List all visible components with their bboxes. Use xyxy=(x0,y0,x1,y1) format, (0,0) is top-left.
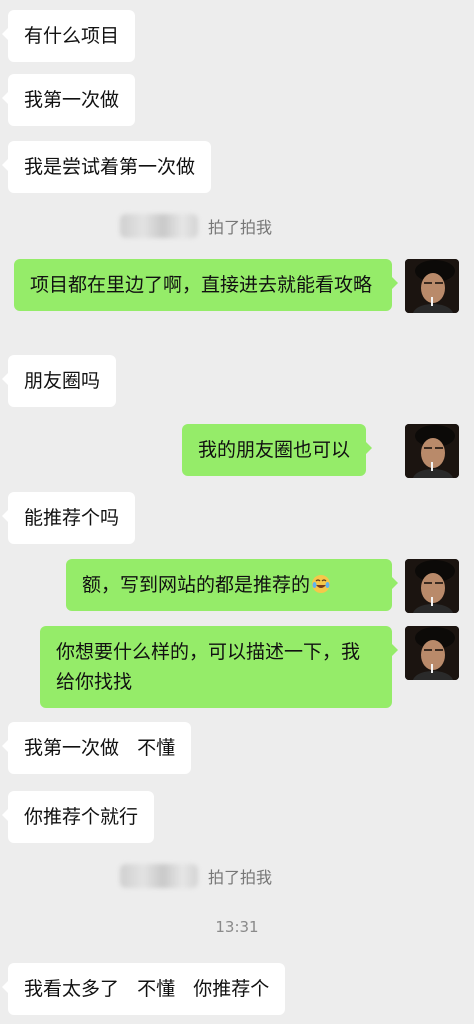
pat-notice: 拍了拍我 xyxy=(120,864,272,888)
outgoing-message[interactable]: 你想要什么样的，可以描述一下，我给你找找 xyxy=(40,626,398,708)
laugh-cry-emoji xyxy=(312,575,331,593)
avatar[interactable] xyxy=(405,559,459,613)
message-text: 额，写到网站的都是推荐的 xyxy=(82,574,311,596)
incoming-message[interactable]: 朋友圈吗 xyxy=(1,355,117,407)
incoming-message[interactable]: 你推荐个就行 xyxy=(1,791,155,843)
blurred-username xyxy=(120,214,198,238)
portrait-image xyxy=(405,626,459,680)
chat-view: 有什么项目 我第一次做 我是尝试着第一次做 拍了拍我 项目都在里边了啊，直接进去… xyxy=(0,0,474,1024)
incoming-message[interactable]: 能推荐个吗 xyxy=(1,492,136,544)
blurred-username xyxy=(120,864,198,888)
incoming-message[interactable]: 有什么项目 xyxy=(1,10,136,62)
timestamp: 13:31 xyxy=(215,918,259,936)
incoming-message[interactable]: 我是尝试着第一次做 xyxy=(1,141,212,193)
pat-text: 拍了拍我 xyxy=(208,868,273,887)
incoming-message[interactable]: 我看太多了 不懂 你推荐个 xyxy=(1,963,286,1015)
avatar[interactable] xyxy=(405,259,459,313)
incoming-message[interactable]: 我第一次做 不懂 xyxy=(1,722,192,774)
portrait-image xyxy=(405,259,459,313)
incoming-message[interactable]: 我第一次做 xyxy=(1,74,136,126)
avatar[interactable] xyxy=(405,424,459,478)
portrait-image xyxy=(405,424,459,478)
pat-notice: 拍了拍我 xyxy=(120,214,272,238)
outgoing-message[interactable]: 项目都在里边了啊，直接进去就能看攻略 xyxy=(14,259,398,311)
avatar[interactable] xyxy=(405,626,459,680)
pat-text: 拍了拍我 xyxy=(208,218,273,237)
portrait-image xyxy=(405,559,459,613)
outgoing-message[interactable]: 额，写到网站的都是推荐的 xyxy=(66,559,398,611)
outgoing-message[interactable]: 我的朋友圈也可以 xyxy=(182,424,373,476)
